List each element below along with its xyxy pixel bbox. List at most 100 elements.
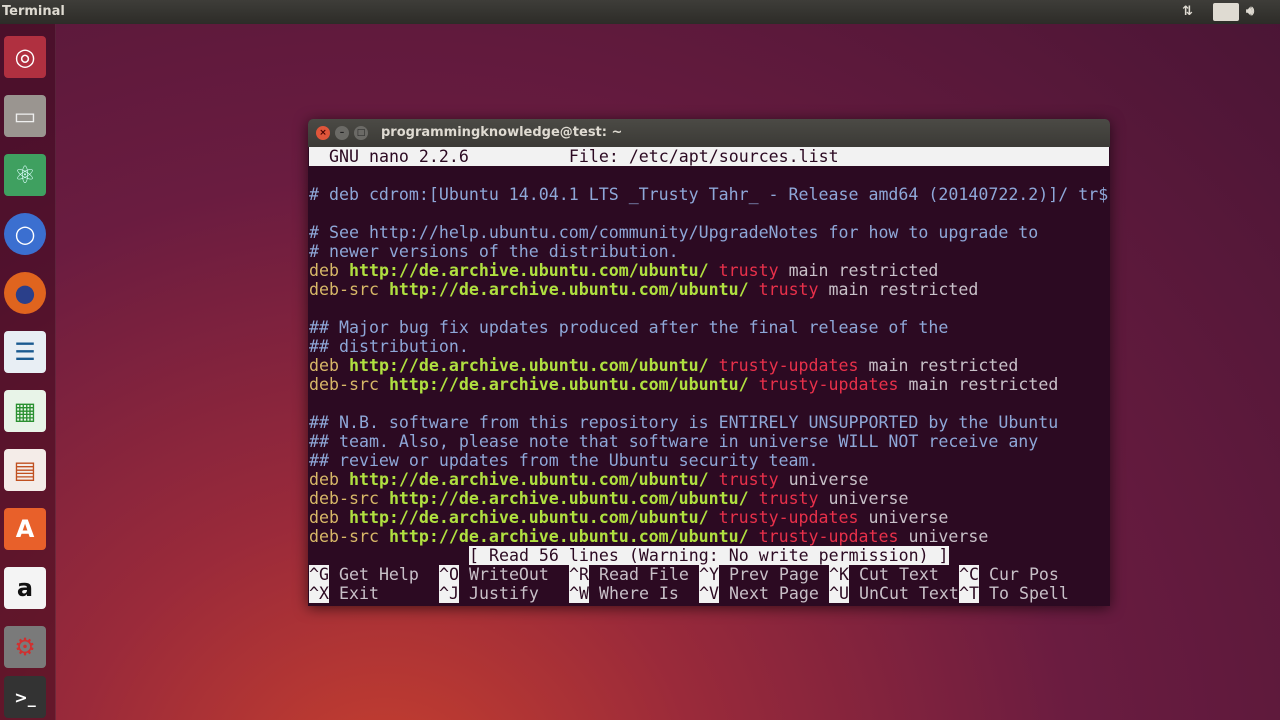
shortcut-key: ^O <box>439 565 459 584</box>
text-segment <box>709 356 719 375</box>
file-line[interactable]: # newer versions of the distribution. <box>309 242 1109 261</box>
nano-editor[interactable]: GNU nano 2.2.6 File: /etc/apt/sources.lis… <box>309 147 1109 603</box>
text-segment: trusty-updates <box>758 375 899 394</box>
file-line[interactable]: deb http://de.archive.ubuntu.com/ubuntu/… <box>309 356 1109 375</box>
file-line[interactable]: ## review or updates from the Ubuntu sec… <box>309 451 1109 470</box>
text-segment: universe <box>818 489 909 508</box>
shortcut-key: ^W <box>569 584 589 603</box>
terminal-window: × – □ programmingknowledge@test: ~ GNU n… <box>308 119 1110 606</box>
file-line[interactable]: deb http://de.archive.ubuntu.com/ubuntu/… <box>309 261 1109 280</box>
shortcut-item[interactable]: ^W Where Is <box>569 584 699 603</box>
text-segment: deb-src <box>309 280 389 299</box>
text-segment: ## team. Also, please note that software… <box>309 432 1039 451</box>
shortcut-item[interactable]: ^V Next Page <box>699 584 829 603</box>
shortcut-item[interactable]: ^X Exit <box>309 584 439 603</box>
calc-icon[interactable]: ▦ <box>4 390 46 432</box>
shortcut-item[interactable]: ^O WriteOut <box>439 565 569 584</box>
text-segment: deb-src <box>309 489 389 508</box>
text-segment <box>749 527 759 546</box>
shortcut-item[interactable]: ^K Cut Text <box>829 565 959 584</box>
text-segment: # deb cdrom:[Ubuntu 14.04.1 LTS _Trusty … <box>309 185 1109 204</box>
text-segment: http://de.archive.ubuntu.com/ubuntu/ <box>388 527 749 546</box>
shortcut-key: ^K <box>829 565 849 584</box>
file-line[interactable]: deb http://de.archive.ubuntu.com/ubuntu/… <box>309 470 1109 489</box>
shortcut-key: ^U <box>829 584 849 603</box>
shortcut-item[interactable]: ^G Get Help <box>309 565 439 584</box>
file-line[interactable] <box>309 299 1109 318</box>
text-segment: main restricted <box>778 261 939 280</box>
text-segment <box>749 375 759 394</box>
shortcut-label: Justify <box>468 584 539 603</box>
text-segment: ## Major bug fix updates produced after … <box>309 318 949 337</box>
file-line[interactable]: deb http://de.archive.ubuntu.com/ubuntu/… <box>309 508 1109 527</box>
firefox-icon[interactable]: ● <box>4 272 46 314</box>
file-line[interactable]: deb-src http://de.archive.ubuntu.com/ubu… <box>309 489 1109 508</box>
text-segment: deb <box>309 356 349 375</box>
text-segment <box>749 489 759 508</box>
shortcut-key: ^C <box>959 565 979 584</box>
file-line[interactable]: deb-src http://de.archive.ubuntu.com/ubu… <box>309 375 1109 394</box>
shortcut-label: Where Is <box>598 584 679 603</box>
shortcut-item[interactable]: ^T To Spell <box>959 584 1099 603</box>
file-line[interactable]: ## Major bug fix updates produced after … <box>309 318 1109 337</box>
text-segment: ## review or updates from the Ubuntu sec… <box>309 451 819 470</box>
shortcut-item[interactable]: ^C Cur Pos <box>959 565 1099 584</box>
shortcut-item[interactable]: ^R Read File <box>569 565 699 584</box>
file-line[interactable] <box>309 204 1109 223</box>
file-line[interactable]: deb-src http://de.archive.ubuntu.com/ubu… <box>309 527 1109 546</box>
terminal-icon[interactable]: >_ <box>4 676 46 718</box>
shortcut-item[interactable]: ^J Justify <box>439 584 569 603</box>
ubuntu-dash-icon[interactable]: ◎ <box>4 36 46 78</box>
text-segment: http://de.archive.ubuntu.com/ubuntu/ <box>388 375 749 394</box>
text-segment: trusty <box>718 470 779 489</box>
text-segment: trusty-updates <box>758 527 899 546</box>
file-line[interactable]: deb-src http://de.archive.ubuntu.com/ubu… <box>309 280 1109 299</box>
file-line[interactable]: # deb cdrom:[Ubuntu 14.04.1 LTS _Trusty … <box>309 185 1109 204</box>
shortcut-item[interactable]: ^Y Prev Page <box>699 565 829 584</box>
text-segment: http://de.archive.ubuntu.com/ubuntu/ <box>348 508 709 527</box>
shortcut-item[interactable]: ^U UnCut Text <box>829 584 959 603</box>
files-icon[interactable]: ▭ <box>4 95 46 137</box>
shortcut-key: ^G <box>309 565 329 584</box>
shortcut-label: Prev Page <box>728 565 819 584</box>
shortcut-label: Next Page <box>728 584 819 603</box>
file-line[interactable]: ## team. Also, please note that software… <box>309 432 1109 451</box>
file-line[interactable]: # See http://help.ubuntu.com/community/U… <box>309 223 1109 242</box>
network-icon[interactable]: ⇅ <box>1182 3 1193 21</box>
app-title: Terminal <box>2 4 65 19</box>
minimize-icon[interactable]: – <box>335 126 349 140</box>
text-segment: trusty-updates <box>718 356 859 375</box>
software-center-icon[interactable]: A <box>4 508 46 550</box>
text-segment <box>709 470 719 489</box>
impress-icon[interactable]: ▤ <box>4 449 46 491</box>
text-segment <box>749 280 759 299</box>
file-line[interactable] <box>309 166 1109 185</box>
amazon-icon[interactable]: a <box>4 567 46 609</box>
text-segment: http://de.archive.ubuntu.com/ubuntu/ <box>348 470 709 489</box>
shortcut-label: WriteOut <box>468 565 549 584</box>
window-titlebar[interactable]: × – □ programmingknowledge@test: ~ <box>308 119 1110 147</box>
system-settings-icon[interactable]: ⚙ <box>4 626 46 668</box>
text-segment: main restricted <box>898 375 1059 394</box>
maximize-icon[interactable]: □ <box>354 126 368 140</box>
chromium-icon[interactable]: ○ <box>4 213 46 255</box>
shortcut-label: Read File <box>598 565 689 584</box>
file-line[interactable] <box>309 394 1109 413</box>
shortcut-label: Get Help <box>338 565 419 584</box>
text-segment <box>709 261 719 280</box>
text-segment: # newer versions of the distribution. <box>309 242 679 261</box>
file-line[interactable]: ## distribution. <box>309 337 1109 356</box>
shortcut-row: ^G Get Help ^O WriteOut ^R Read File ^Y Pre… <box>309 565 1109 584</box>
atom-icon[interactable]: ⚛ <box>4 154 46 196</box>
shortcut-label: Cur Pos <box>988 565 1059 584</box>
text-segment: deb <box>309 508 349 527</box>
close-icon[interactable]: × <box>316 126 330 140</box>
writer-icon[interactable]: ☰ <box>4 331 46 373</box>
nano-filename: File: /etc/apt/sources.list <box>568 147 839 166</box>
text-segment: trusty-updates <box>718 508 859 527</box>
volume-icon[interactable]: 🔊︎ <box>1246 3 1254 21</box>
keyboard-layout-indicator[interactable]: De <box>1213 3 1239 21</box>
shortcut-key: ^X <box>309 584 329 603</box>
file-content[interactable]: # deb cdrom:[Ubuntu 14.04.1 LTS _Trusty … <box>309 166 1109 546</box>
file-line[interactable]: ## N.B. software from this repository is… <box>309 413 1109 432</box>
